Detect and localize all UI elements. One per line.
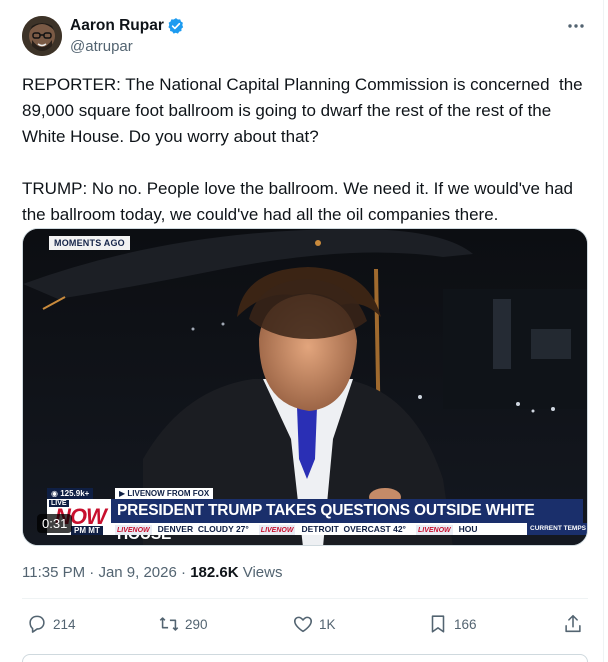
weather-ticker: LIVENOW DENVER CLOUDY 27° LIVENOW DETROIT O… xyxy=(111,523,587,535)
meta-separator: · xyxy=(85,564,99,581)
ticker-city-name: DETROIT xyxy=(301,524,339,534)
bookmark-count: 166 xyxy=(454,616,477,632)
ticker-logo: LIVENOW xyxy=(258,525,296,535)
ticker-logo: LIVENOW xyxy=(115,525,152,535)
current-temps-label: CURRENT TEMPS xyxy=(527,523,587,535)
ticker-logo: LIVENOW xyxy=(415,525,453,535)
like-count: 1K xyxy=(319,616,336,632)
ticker-condition: OVERCAST 42° xyxy=(343,524,406,534)
reply-icon xyxy=(29,615,45,633)
share-icon xyxy=(565,614,581,633)
viewer-count-badge: ◉ 125.9k+ xyxy=(47,488,94,499)
author-block: Aaron Rupar @atrupar xyxy=(70,16,185,55)
ticker-city-name: HOU xyxy=(458,524,478,534)
retweet-count: 290 xyxy=(185,616,208,632)
share-button[interactable] xyxy=(562,612,589,636)
bookmark-icon xyxy=(431,615,445,633)
news-lower-third: ◉ 125.9k+ ▶ LIVENOW FROM FOX LIVE NOW PM… xyxy=(47,488,587,543)
retweet-button[interactable]: 290 xyxy=(158,612,208,636)
tweet-text: REPORTER: The National Capital Planning … xyxy=(22,75,583,224)
author-handle[interactable]: @atrupar xyxy=(70,38,185,55)
source-tag-label: LIVENOW FROM FOX xyxy=(127,489,210,498)
tweet-meta: 11:35 PM · Jan 9, 2026 · 182.6K Views xyxy=(22,564,282,581)
tweet-card: Aaron Rupar @atrupar REPORTER: The Natio… xyxy=(0,0,608,662)
divider xyxy=(22,598,588,599)
author-name[interactable]: Aaron Rupar xyxy=(70,17,164,35)
video-player[interactable]: MOMENTS AGO ◉ 125.9k+ ▶ LIVENOW FROM FOX… xyxy=(22,228,588,546)
views-label: Views xyxy=(238,564,283,581)
reply-count: 214 xyxy=(53,616,76,632)
avatar[interactable] xyxy=(22,16,62,56)
ticker-condition: CLOUDY 27° xyxy=(197,524,249,534)
video-time-badge: 0:31 xyxy=(37,514,73,533)
ticker-city-name: DENVER xyxy=(157,524,194,534)
ticker-city: DETROIT OVERCAST 42° xyxy=(301,524,406,534)
reply-box-edge xyxy=(22,654,588,662)
source-tag: ▶ LIVENOW FROM FOX xyxy=(115,488,214,499)
reply-button[interactable]: 214 xyxy=(26,612,76,636)
heart-icon xyxy=(293,616,313,633)
moments-ago-tag: MOMENTS AGO xyxy=(49,236,130,250)
headline-banner: PRESIDENT TRUMP TAKES QUESTIONS OUTSIDE … xyxy=(111,499,583,543)
viewer-count: 125.9k+ xyxy=(60,489,90,498)
tweet-header: Aaron Rupar @atrupar xyxy=(22,16,588,58)
more-horizontal-icon[interactable] xyxy=(566,18,586,34)
time-zone-label: PM MT xyxy=(71,526,103,535)
right-divider xyxy=(603,0,604,662)
post-time[interactable]: 11:35 PM xyxy=(22,564,85,581)
ticker-city: DENVER CLOUDY 27° xyxy=(158,524,249,534)
retweet-icon xyxy=(159,617,179,631)
verified-badge-icon xyxy=(167,17,185,35)
views-count[interactable]: 182.6K xyxy=(190,564,238,581)
action-bar: 214 290 1K 166 xyxy=(22,610,588,638)
post-date[interactable]: Jan 9, 2026 xyxy=(98,564,176,581)
meta-separator: · xyxy=(176,564,191,581)
like-button[interactable]: 1K xyxy=(292,612,336,636)
bookmark-button[interactable]: 166 xyxy=(427,612,477,636)
